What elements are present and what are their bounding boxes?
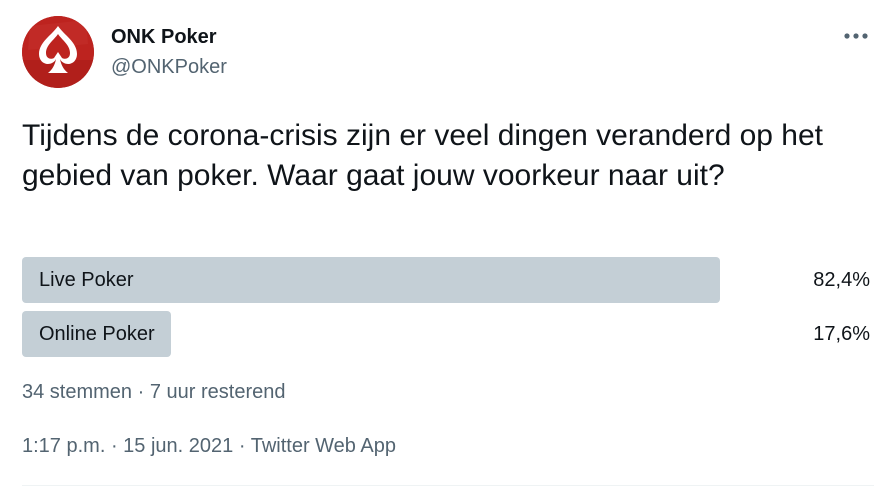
divider (22, 485, 874, 486)
poll-option: Online Poker 17,6% (22, 311, 874, 357)
separator: · (233, 435, 251, 457)
display-name[interactable]: ONK Poker (111, 24, 217, 50)
avatar[interactable] (22, 16, 94, 88)
more-dots-icon (844, 33, 868, 39)
spade-logo-icon (22, 16, 94, 88)
tweet-date[interactable]: 15 jun. 2021 (123, 435, 233, 457)
tweet-source[interactable]: Twitter Web App (251, 435, 396, 457)
poll-meta: 34 stemmen · 7 uur resterend (22, 378, 285, 406)
poll-time-left: 7 uur resterend (149, 381, 286, 403)
poll-option-label: Live Poker (39, 269, 134, 291)
poll-option: Live Poker 82,4% (22, 257, 874, 303)
tweet-text: Tijdens de corona-crisis zijn er veel di… (22, 119, 823, 192)
separator: · (132, 381, 150, 403)
poll-option-label: Online Poker (39, 323, 155, 345)
tweet-time[interactable]: 1:17 p.m. (22, 435, 105, 457)
more-button[interactable] (838, 22, 874, 50)
poll-votes: 34 stemmen (22, 381, 133, 403)
tweet-meta: 1:17 p.m. · 15 jun. 2021 · Twitter Web A… (22, 432, 396, 460)
handle[interactable]: @ONKPoker (111, 54, 227, 80)
poll-option-percent: 82,4% (813, 269, 870, 291)
separator: · (105, 435, 124, 457)
poll-option-percent: 17,6% (813, 323, 870, 345)
